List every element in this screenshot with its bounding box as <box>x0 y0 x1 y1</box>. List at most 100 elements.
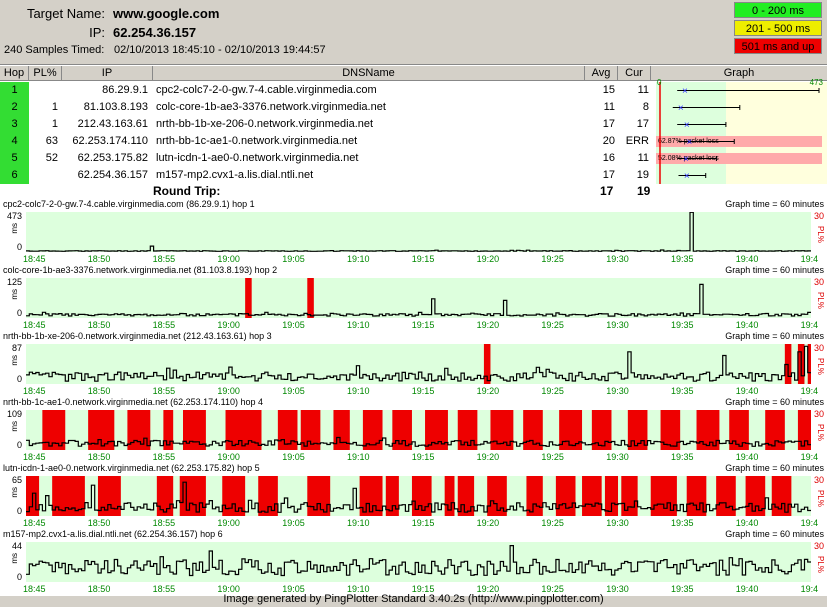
x-tick-label: 18:50 <box>87 254 111 264</box>
x-tick-label: 19:10 <box>347 386 370 396</box>
x-tick-label: 19:15 <box>411 452 435 462</box>
x-tick-label: 18:45 <box>23 518 46 528</box>
y-axis-max: 125 <box>6 277 22 287</box>
x-tick-label: 19:25 <box>541 254 564 264</box>
hop-graph-panel: nrth-bb-1c-ae1-0.network.virginmedia.net… <box>0 397 827 464</box>
graph-time-label: Graph time = 60 minutes <box>725 265 824 275</box>
latency-plot[interactable] <box>26 278 811 318</box>
target-name-value: www.google.com <box>113 6 220 21</box>
pl-axis-max: 30 <box>813 409 824 419</box>
column-ip[interactable]: IP <box>62 66 153 81</box>
pl-axis-max: 30 <box>813 277 824 287</box>
hop-number: 5 <box>0 150 29 167</box>
latency-range-line: × <box>659 82 820 99</box>
round-trip-cur: 19 <box>637 184 651 198</box>
panel-title: nrth-bb-1b-xe-206-0.network.virginmedia.… <box>3 331 272 341</box>
current-latency: 17 <box>636 118 649 130</box>
latency-plot[interactable] <box>26 410 811 450</box>
packet-loss-percent: 1 <box>51 101 58 113</box>
latency-chart-svg <box>26 278 811 318</box>
x-tick-label: 18:50 <box>87 518 111 528</box>
latency-range-line: × <box>659 133 735 150</box>
latency-bar-graph: × <box>651 99 827 116</box>
table-row[interactable]: 6 62.254.36.157 m157-mp2.cvx1-a.lis.dial.n… <box>0 167 827 184</box>
table-row[interactable]: 4 63 62.253.174.110 nrth-bb-1c-ae1-0.networ… <box>0 133 827 150</box>
avg-latency: 16 <box>602 152 615 164</box>
x-tick-label: 19:35 <box>671 320 694 330</box>
latency-chart-svg <box>26 476 811 516</box>
dns-name: lutn-icdn-1-ae0-0.network.virginmedia.ne… <box>156 152 359 164</box>
table-row[interactable]: 3 1 212.43.163.61 nrth-bb-1b-xe-206-0.netwo… <box>0 116 827 133</box>
latency-plot[interactable] <box>26 212 811 252</box>
x-tick-label: 19:00 <box>217 320 240 330</box>
x-tick-label: 18:55 <box>152 254 176 264</box>
packet-loss-bar <box>307 278 314 318</box>
round-trip-avg: 17 <box>600 184 614 198</box>
table-row[interactable]: 5 52 62.253.175.82 lutn-icdn-1-ae0-0.networ… <box>0 150 827 167</box>
x-tick-label: 19:40 <box>735 254 759 264</box>
x-tick-label: 19:10 <box>347 452 370 462</box>
latency-range-line: × <box>659 167 707 184</box>
x-tick-label: 18:50 <box>87 386 111 396</box>
column-hop[interactable]: Hop <box>0 66 29 81</box>
y-axis-max: 44 <box>11 541 22 551</box>
column-dnsname[interactable]: DNSName <box>153 66 585 81</box>
current-latency: 19 <box>636 169 649 181</box>
latency-range-line: × <box>659 150 717 167</box>
table-row[interactable]: 1 86.29.9.1 cpc2-colc7-2-0-gw.7-4.cable.vi… <box>0 78 827 99</box>
legend-green: 0 - 200 ms <box>734 2 822 18</box>
y-axis-min: 0 <box>16 440 22 450</box>
current-latency: 8 <box>642 101 649 113</box>
panel-title: colc-core-1b-ae3-3376.network.virginmedi… <box>3 265 278 275</box>
dns-name: nrth-bb-1c-ae1-0.network.virginmedia.net <box>156 135 358 147</box>
column-pl[interactable]: PL% <box>29 66 62 81</box>
panel-title: lutn-icdn-1-ae0-0.network.virginmedia.ne… <box>3 463 260 473</box>
x-tick-label: 19:35 <box>671 386 694 396</box>
latency-line <box>26 212 811 252</box>
x-tick-label: 19:05 <box>282 254 305 264</box>
x-tick-label: 19:05 <box>282 518 305 528</box>
latency-plot[interactable] <box>26 542 811 582</box>
x-tick-label: 19:05 <box>282 452 305 462</box>
latency-plot[interactable] <box>26 476 811 516</box>
pl-axis-label: PL% <box>816 292 825 309</box>
pl-axis-label: PL% <box>816 556 825 573</box>
x-tick-label: 19:4 <box>800 254 819 264</box>
pl-axis-label: PL% <box>816 226 825 243</box>
x-tick-label: 19:30 <box>606 386 629 396</box>
hop-number: 2 <box>0 99 29 116</box>
y-axis-unit: ms <box>10 553 19 564</box>
packet-loss-bar <box>225 410 262 450</box>
panel-title: cpc2-colc7-2-0-gw.7-4.cable.virginmedia.… <box>3 199 255 209</box>
column-cur[interactable]: Cur <box>618 66 651 81</box>
x-tick-label: 19:20 <box>476 386 500 396</box>
column-graph[interactable]: Graph <box>651 66 827 81</box>
x-tick-label: 19:30 <box>606 518 629 528</box>
graph-time-label: Graph time = 60 minutes <box>725 529 824 539</box>
packet-loss-percent <box>29 82 58 99</box>
table-row[interactable]: 2 1 81.103.8.193 colc-core-1b-ae3-3376.netw… <box>0 99 827 116</box>
pl-axis-label: PL% <box>816 424 825 441</box>
dns-name: colc-core-1b-ae3-3376.network.virginmedi… <box>156 101 386 113</box>
packet-loss-bar <box>582 476 602 516</box>
pl-axis-label: PL% <box>816 490 825 507</box>
panel-title: m157-mp2.cvx1-a.lis.dial.ntli.net (62.25… <box>3 529 223 539</box>
pl-axis-max: 30 <box>813 475 824 485</box>
column-avg[interactable]: Avg <box>585 66 618 81</box>
ip-address: 62.253.174.110 <box>72 135 148 147</box>
x-tick-label: 19:25 <box>541 386 564 396</box>
graph-time-label: Graph time = 60 minutes <box>725 463 824 473</box>
y-axis-min: 0 <box>16 308 22 318</box>
x-tick-label: 19:30 <box>606 452 629 462</box>
latency-bar-graph: × <box>651 167 827 184</box>
current-latency: 11 <box>637 84 649 96</box>
latency-bar-graph: 62.87% packet loss × <box>651 133 827 150</box>
latency-plot[interactable] <box>26 344 811 384</box>
x-tick-label: 19:25 <box>541 320 564 330</box>
avg-marker: × <box>684 120 690 131</box>
x-tick-label: 18:50 <box>87 452 111 462</box>
packet-loss-percent <box>29 167 58 184</box>
hop-graph-panel: nrth-bb-1b-xe-206-0.network.virginmedia.… <box>0 331 827 398</box>
x-tick-label: 18:45 <box>23 452 46 462</box>
ip-value: 62.254.36.157 <box>113 25 197 40</box>
